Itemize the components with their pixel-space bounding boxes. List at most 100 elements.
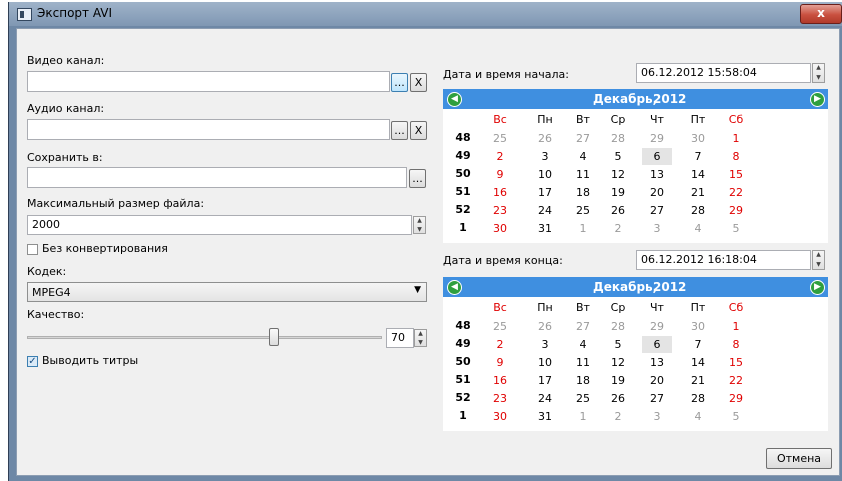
calendar-day[interactable]: 2: [603, 220, 633, 237]
calendar-day[interactable]: 7: [683, 148, 713, 165]
calendar-day[interactable]: 27: [568, 130, 598, 147]
start-calendar-year[interactable]: 2012: [653, 92, 686, 106]
calendar-day[interactable]: 28: [603, 130, 633, 147]
calendar-day[interactable]: 17: [530, 372, 560, 389]
next-month-arrow-icon[interactable]: ▶: [810, 280, 825, 295]
calendar-day[interactable]: 30: [485, 220, 515, 237]
codec-select[interactable]: MPEG4 ▼: [27, 282, 427, 302]
start-datetime-input[interactable]: 06.12.2012 15:58:04: [636, 63, 811, 83]
max-file-size-spinner[interactable]: ▲ ▼: [413, 216, 426, 234]
calendar-day[interactable]: 5: [603, 148, 633, 165]
calendar-day[interactable]: 3: [530, 148, 560, 165]
calendar-day[interactable]: 27: [642, 390, 672, 407]
save-browse-button[interactable]: ...: [409, 169, 426, 188]
calendar-day[interactable]: 9: [485, 354, 515, 371]
calendar-day[interactable]: 4: [683, 408, 713, 425]
end-calendar-year[interactable]: 2012: [653, 280, 686, 294]
audio-browse-button[interactable]: ...: [391, 121, 408, 140]
calendar-day[interactable]: 8: [721, 336, 751, 353]
calendar-day[interactable]: 29: [721, 390, 751, 407]
close-button[interactable]: x: [800, 4, 842, 24]
calendar-day[interactable]: 1: [721, 130, 751, 147]
calendar-day[interactable]: 20: [642, 184, 672, 201]
end-datetime-input[interactable]: 06.12.2012 16:18:04: [636, 250, 811, 270]
calendar-day[interactable]: 29: [642, 318, 672, 335]
cancel-button[interactable]: Отмена: [766, 448, 832, 469]
calendar-day[interactable]: 30: [485, 408, 515, 425]
calendar-day[interactable]: 7: [683, 336, 713, 353]
calendar-day[interactable]: 28: [683, 390, 713, 407]
quality-slider-track[interactable]: [27, 336, 382, 339]
calendar-day[interactable]: 9: [485, 166, 515, 183]
quality-input[interactable]: 70: [386, 328, 414, 348]
calendar-day[interactable]: 10: [530, 166, 560, 183]
video-channel-input[interactable]: [27, 71, 390, 92]
calendar-day[interactable]: 1: [721, 318, 751, 335]
calendar-day[interactable]: 31: [530, 408, 560, 425]
calendar-day[interactable]: 22: [721, 184, 751, 201]
calendar-day[interactable]: 30: [683, 318, 713, 335]
calendar-day[interactable]: 29: [721, 202, 751, 219]
calendar-day[interactable]: 10: [530, 354, 560, 371]
calendar-day[interactable]: 18: [568, 372, 598, 389]
calendar-day[interactable]: 28: [603, 318, 633, 335]
calendar-day[interactable]: 15: [721, 354, 751, 371]
calendar-day[interactable]: 20: [642, 372, 672, 389]
calendar-day[interactable]: 4: [683, 220, 713, 237]
calendar-day[interactable]: 1: [568, 220, 598, 237]
calendar-day[interactable]: 15: [721, 166, 751, 183]
calendar-day[interactable]: 8: [721, 148, 751, 165]
title-bar[interactable]: [9, 2, 842, 26]
calendar-day[interactable]: 4: [568, 336, 598, 353]
calendar-day[interactable]: 31: [530, 220, 560, 237]
calendar-day[interactable]: 3: [642, 220, 672, 237]
calendar-day[interactable]: 14: [683, 354, 713, 371]
calendar-day[interactable]: 24: [530, 390, 560, 407]
calendar-day[interactable]: 16: [485, 184, 515, 201]
calendar-day[interactable]: 14: [683, 166, 713, 183]
audio-clear-button[interactable]: X: [410, 121, 427, 140]
calendar-day[interactable]: 27: [568, 318, 598, 335]
calendar-day[interactable]: 25: [485, 318, 515, 335]
quality-slider-handle[interactable]: [268, 328, 279, 346]
calendar-day[interactable]: 19: [603, 184, 633, 201]
calendar-day[interactable]: 23: [485, 390, 515, 407]
calendar-day[interactable]: 4: [568, 148, 598, 165]
end-datetime-spinner[interactable]: ▲ ▼: [812, 250, 825, 270]
calendar-day[interactable]: 21: [683, 372, 713, 389]
calendar-day[interactable]: 19: [603, 372, 633, 389]
audio-channel-input[interactable]: [27, 119, 390, 140]
calendar-day[interactable]: 29: [642, 130, 672, 147]
calendar-day[interactable]: 11: [568, 354, 598, 371]
calendar-day[interactable]: 18: [568, 184, 598, 201]
calendar-day[interactable]: 24: [530, 202, 560, 219]
calendar-day[interactable]: 12: [603, 166, 633, 183]
save-to-input[interactable]: [27, 167, 407, 188]
calendar-day[interactable]: 5: [721, 408, 751, 425]
subtitles-checkbox[interactable]: ✓: [27, 356, 38, 367]
calendar-day[interactable]: 23: [485, 202, 515, 219]
calendar-day[interactable]: 1: [568, 408, 598, 425]
calendar-day[interactable]: 5: [721, 220, 751, 237]
calendar-day[interactable]: 21: [683, 184, 713, 201]
calendar-day[interactable]: 13: [642, 166, 672, 183]
calendar-day[interactable]: 26: [603, 390, 633, 407]
calendar-day[interactable]: 2: [603, 408, 633, 425]
next-month-arrow-icon[interactable]: ▶: [810, 92, 825, 107]
calendar-day[interactable]: 22: [721, 372, 751, 389]
calendar-day[interactable]: 5: [603, 336, 633, 353]
calendar-day[interactable]: 25: [485, 130, 515, 147]
calendar-day[interactable]: 25: [568, 202, 598, 219]
calendar-day[interactable]: 17: [530, 184, 560, 201]
calendar-day[interactable]: 26: [603, 202, 633, 219]
quality-spinner[interactable]: ▲ ▼: [414, 329, 427, 347]
prev-month-arrow-icon[interactable]: ◀: [447, 92, 462, 107]
calendar-day[interactable]: 2: [485, 148, 515, 165]
prev-month-arrow-icon[interactable]: ◀: [447, 280, 462, 295]
max-file-size-input[interactable]: 2000: [27, 215, 412, 235]
calendar-day[interactable]: 11: [568, 166, 598, 183]
calendar-day[interactable]: 12: [603, 354, 633, 371]
calendar-day[interactable]: 25: [568, 390, 598, 407]
calendar-day[interactable]: 16: [485, 372, 515, 389]
calendar-day[interactable]: 26: [530, 318, 560, 335]
